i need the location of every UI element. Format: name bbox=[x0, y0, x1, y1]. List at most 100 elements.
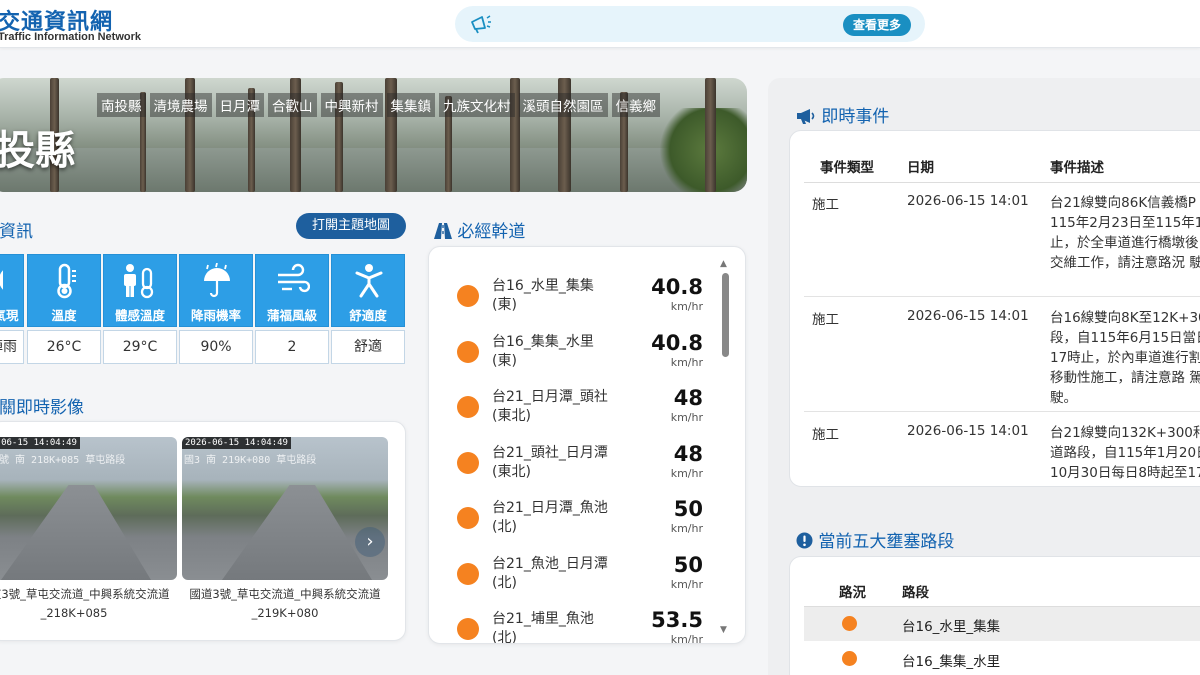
region-chip[interactable]: 信義鄉 bbox=[611, 93, 660, 117]
congestion-table[interactable]: 路況 路段 台16_水里_集集 台16_集集_水里 bbox=[789, 556, 1200, 675]
road-name-text: 台21_埔里_魚池 bbox=[492, 611, 594, 627]
event-description: 台16線雙向8K至12K+30 段，自115年6月15日當日 17時止，於內車道… bbox=[1050, 310, 1200, 406]
region-chip[interactable]: 集集鎮 bbox=[386, 93, 435, 117]
arterial-section-title: 必經幹道 bbox=[434, 217, 525, 242]
megaphone-icon bbox=[797, 109, 815, 124]
road-name-text: 台16_集集_水里 bbox=[492, 334, 594, 350]
speed-value: 48 bbox=[673, 442, 703, 466]
region-chip[interactable]: 溪頭自然園區 bbox=[518, 93, 608, 117]
camera-image[interactable]: 2026-06-15 14:04:49 國3 南 219K+080 草屯路段 › bbox=[182, 437, 388, 580]
speed-value: 50 bbox=[673, 497, 703, 521]
road-direction: (北) bbox=[492, 630, 517, 644]
region-chip[interactable]: 清境農場 bbox=[149, 93, 212, 117]
event-date: 2026-06-15 14:01 bbox=[907, 193, 1029, 209]
region-chip[interactable]: 日月潭 bbox=[215, 93, 264, 117]
road-name: 台21_日月潭_魚池 (北) bbox=[492, 499, 608, 537]
table-row[interactable]: 施工 2026-06-15 14:01 台21線雙向86K信義橋P 115年2月… bbox=[804, 183, 1200, 297]
camera-item[interactable]: 2026-06-15 14:04:49 國3 南 219K+080 草屯路段 ›… bbox=[182, 437, 388, 623]
events-table[interactable]: 事件類型 日期 事件描述 施工 2026-06-15 14:01 台21線雙向8… bbox=[789, 130, 1200, 487]
weather-section-title: 氣象資訊 bbox=[0, 222, 33, 242]
next-arrow-icon[interactable]: › bbox=[355, 527, 385, 557]
umbrella-rain-icon bbox=[204, 263, 230, 298]
table-row[interactable]: 台16_集集_水里 bbox=[804, 642, 1200, 675]
arterial-row[interactable]: 台16_水里_集集 (東) 40.8 km/hr bbox=[429, 255, 729, 313]
road-name-text: 台21_魚池_日月潭 bbox=[492, 556, 608, 572]
column-header: 事件描述 bbox=[1050, 160, 1104, 176]
weather-cell-feels-like: 體感溫度 29°C bbox=[103, 254, 177, 364]
events-title-text: 即時事件 bbox=[821, 107, 890, 127]
scrollbar-thumb[interactable] bbox=[722, 273, 729, 357]
table-row[interactable]: 施工 2026-06-15 14:01 台16線雙向8K至12K+30 段，自1… bbox=[804, 298, 1200, 412]
scroll-down-icon[interactable]: ▼ bbox=[720, 625, 727, 635]
banner-foliage bbox=[657, 108, 747, 192]
arterial-row[interactable]: 台21_日月潭_魚池 (北) 50 km/hr bbox=[429, 477, 729, 535]
camera-panel: 2026-06-15 14:04:49 國道3號 南 218K+085 草屯路段… bbox=[0, 421, 406, 641]
region-banner: 南投縣 清境農場 日月潭 合歡山 中興新村 集集鎮 九族文化村 溪頭自然園區 信… bbox=[0, 78, 747, 192]
status-dot bbox=[457, 507, 479, 529]
speed-value: 50 bbox=[673, 553, 703, 577]
status-dot bbox=[457, 396, 479, 418]
road-name: 台21_埔里_魚池 (北) bbox=[492, 610, 594, 644]
jams-title-text: 當前五大壅塞路段 bbox=[818, 532, 955, 552]
camera-label[interactable]: 國道3號_草屯交流道_中興系統交流道_218K+085 bbox=[0, 585, 177, 623]
column-header: 路段 bbox=[902, 585, 929, 601]
congestion-table-header: 路況 路段 bbox=[804, 571, 1200, 607]
camera-item[interactable]: 2026-06-15 14:04:49 國道3號 南 218K+085 草屯路段… bbox=[0, 437, 177, 623]
camera-section-title: 相關即時影像 bbox=[0, 398, 84, 418]
top-header: 交通資訊網 Traffic Information Network 查看更多 bbox=[0, 0, 1200, 48]
weather-label: 天氣現象 bbox=[0, 308, 19, 323]
road-name-text: 台21_日月潭_頭社 bbox=[492, 389, 608, 405]
arterial-row[interactable]: 台16_集集_水里 (東) 40.8 km/hr bbox=[429, 311, 729, 369]
speed-value: 40.8 bbox=[651, 331, 703, 355]
speed-value: 53.5 bbox=[651, 608, 703, 632]
road-name-text: 台21_日月潭_魚池 bbox=[492, 500, 608, 516]
region-chip[interactable]: 南投縣 bbox=[97, 93, 146, 117]
road-name: 台16_集集_水里 bbox=[902, 654, 1001, 670]
road-name: 台21_日月潭_頭社 (東北) bbox=[492, 388, 608, 426]
arterial-list[interactable]: 台16_水里_集集 (東) 40.8 km/hr 台16_集集_水里 (東) 40.… bbox=[428, 246, 746, 644]
comfort-label: 舒適度 bbox=[349, 308, 387, 323]
speed-unit: km/hr bbox=[670, 633, 703, 644]
table-row[interactable]: 台16_水里_集集 bbox=[804, 607, 1200, 641]
table-row[interactable]: 施工 2026-06-15 14:01 台21線雙向132K+300和 道路段，… bbox=[804, 413, 1200, 486]
arterial-row[interactable]: 台21_日月潭_頭社 (東北) 48 km/hr bbox=[429, 366, 729, 424]
event-date: 2026-06-15 14:01 bbox=[907, 423, 1029, 439]
region-chip[interactable]: 合歡山 bbox=[268, 93, 317, 117]
arterial-row[interactable]: 台21_頭社_日月潭 (東北) 48 km/hr bbox=[429, 422, 729, 480]
scroll-up-icon[interactable]: ▲ bbox=[720, 259, 727, 269]
event-description: 台21線雙向132K+300和 道路段，自115年1月20日 10月30日每日8… bbox=[1050, 425, 1200, 481]
camera-timestamp: 2026-06-15 14:04:49 bbox=[0, 437, 80, 449]
region-chip[interactable]: 九族文化村 bbox=[439, 93, 515, 117]
status-dot bbox=[457, 618, 479, 640]
open-theme-map-button[interactable]: 打開主題地圖 bbox=[296, 213, 406, 239]
weather-icon bbox=[0, 270, 3, 290]
road-name-text: 台21_頭社_日月潭 bbox=[492, 445, 608, 461]
status-dot bbox=[457, 341, 479, 363]
arterial-row[interactable]: 台21_魚池_日月潭 (北) 50 km/hr bbox=[429, 533, 729, 591]
weather-cell-rain-probability: 降雨機率 90% bbox=[179, 254, 253, 364]
arterial-row[interactable]: 台21_埔里_魚池 (北) 53.5 km/hr bbox=[429, 588, 729, 644]
status-dot bbox=[842, 616, 857, 631]
events-section-title: 即時事件 bbox=[796, 102, 889, 127]
comfort-value: 舒適 bbox=[331, 330, 405, 364]
feels-like-label: 體感溫度 bbox=[114, 308, 165, 323]
weather-cell-wind-scale: 蒲福風級 2 bbox=[255, 254, 329, 364]
camera-image[interactable]: 2026-06-15 14:04:49 國道3號 南 218K+085 草屯路段 bbox=[0, 437, 177, 580]
event-type: 施工 bbox=[812, 427, 839, 443]
events-table-header: 事件類型 日期 事件描述 bbox=[804, 145, 1200, 183]
speed-value: 40.8 bbox=[651, 275, 703, 299]
region-chip[interactable]: 中興新村 bbox=[320, 93, 383, 117]
camera-caption: 國3 南 219K+080 草屯路段 bbox=[184, 455, 317, 466]
highway-road bbox=[1, 485, 151, 580]
announcement-bar[interactable]: 查看更多 bbox=[455, 6, 925, 42]
speed-value: 48 bbox=[673, 386, 703, 410]
arterial-title-text: 必經幹道 bbox=[457, 222, 526, 242]
camera-label[interactable]: 國道3號_草屯交流道_中興系統交流道_219K+080 bbox=[182, 585, 388, 623]
column-header: 路況 bbox=[839, 585, 866, 601]
road-name: 台16_水里_集集 (東) bbox=[492, 277, 594, 315]
scrollbar[interactable]: ▲ ▼ bbox=[720, 259, 732, 635]
jams-section-title: 當前五大壅塞路段 bbox=[796, 527, 954, 552]
region-chips: 南投縣 清境農場 日月潭 合歡山 中興新村 集集鎮 九族文化村 溪頭自然園區 信… bbox=[97, 93, 660, 117]
view-more-button[interactable]: 查看更多 bbox=[843, 14, 911, 36]
column-header: 日期 bbox=[907, 160, 934, 176]
